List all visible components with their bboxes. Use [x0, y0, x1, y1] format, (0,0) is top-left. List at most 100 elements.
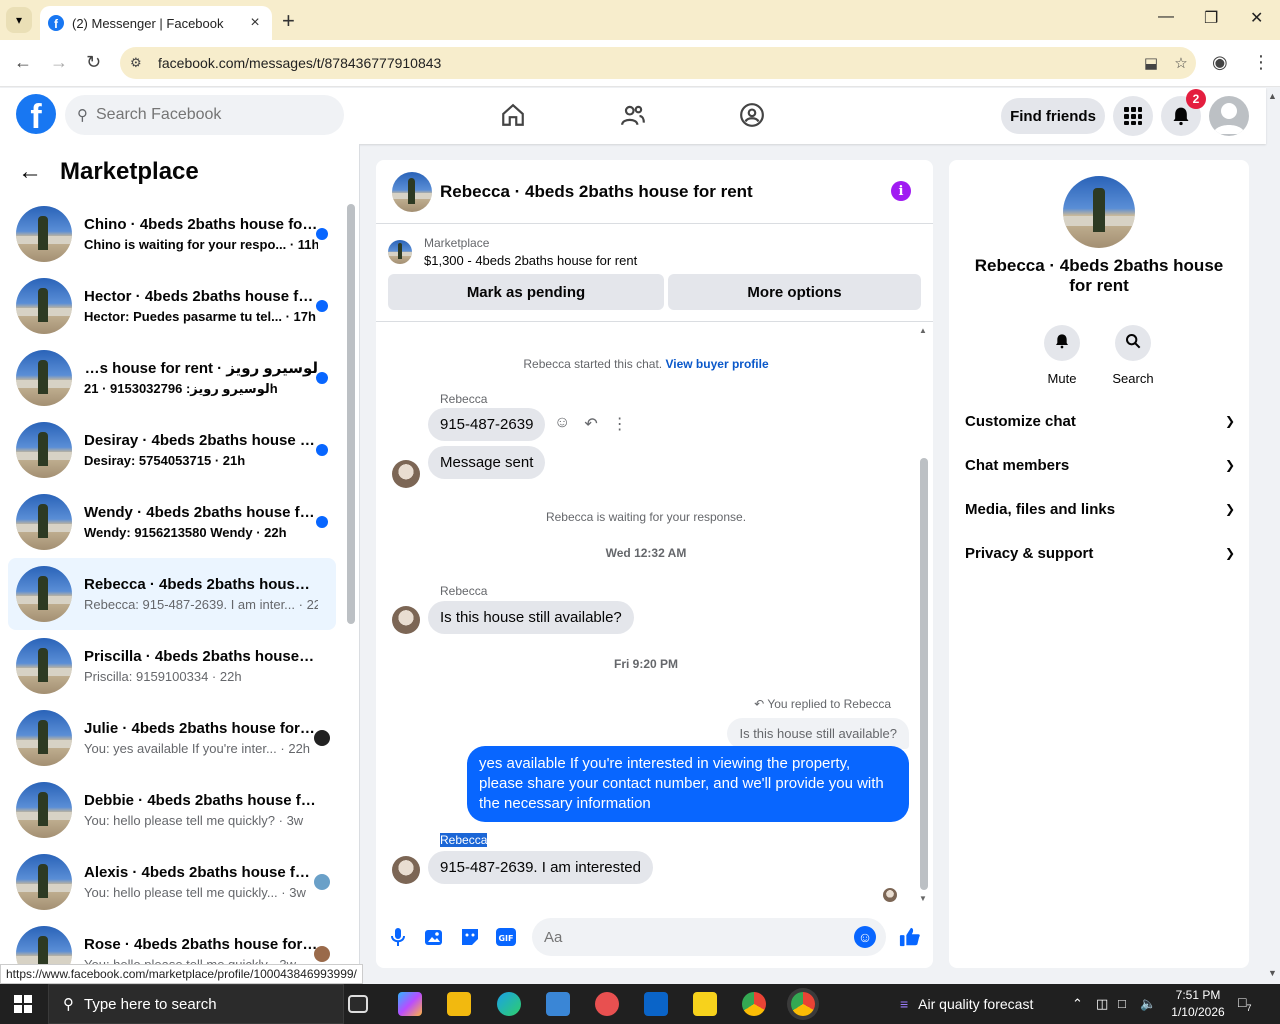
- outgoing-message[interactable]: yes available If you're interested in vi…: [467, 746, 909, 822]
- address-bar[interactable]: ⚙ facebook.com/messages/t/87843677791084…: [120, 47, 1196, 79]
- search-in-chat-button[interactable]: Search: [1103, 325, 1163, 386]
- message-input-box[interactable]: ☺: [532, 918, 886, 956]
- chat-avatar[interactable]: [1063, 176, 1135, 248]
- emoji-icon[interactable]: ☺: [854, 926, 876, 948]
- facebook-search[interactable]: ⚲: [65, 95, 344, 135]
- microphone-icon[interactable]: [387, 926, 409, 948]
- back-arrow-icon[interactable]: ←: [18, 158, 42, 186]
- menu-grid-button[interactable]: [1113, 96, 1153, 136]
- file-explorer-icon[interactable]: [447, 992, 471, 1016]
- conversation-item-active[interactable]: Rebecca · 4beds 2baths house for rent Reb…: [8, 558, 336, 630]
- copilot-icon[interactable]: [398, 992, 422, 1016]
- chat-title[interactable]: Rebecca · 4beds 2baths house for rent: [440, 182, 753, 202]
- sender-avatar[interactable]: [392, 460, 420, 488]
- weather-widget[interactable]: ≡ Air quality forecast: [900, 984, 1033, 1024]
- browser-tab-active[interactable]: f (2) Messenger | Facebook ×: [40, 6, 272, 40]
- conversation-item[interactable]: لوسيرو رويز · 4beds 2baths house for ren…: [8, 342, 336, 414]
- sticker-icon[interactable]: [459, 926, 481, 948]
- volume-icon[interactable]: 🔈: [1140, 996, 1156, 1012]
- groups-nav-icon[interactable]: [737, 100, 767, 130]
- edge-icon[interactable]: [497, 992, 521, 1016]
- react-emoji-icon[interactable]: ☺: [554, 414, 570, 434]
- unread-indicator: [316, 372, 328, 384]
- chat-scrollbar[interactable]: [920, 458, 928, 890]
- facebook-search-input[interactable]: [96, 106, 316, 124]
- conversation-item[interactable]: Priscilla · 4beds 2baths house for rent P…: [8, 630, 336, 702]
- thumbs-up-icon[interactable]: [899, 926, 921, 948]
- account-avatar[interactable]: [1209, 96, 1249, 136]
- store-icon[interactable]: [546, 992, 570, 1016]
- windows-start-icon[interactable]: [14, 995, 32, 1013]
- media-files-links-section[interactable]: Media, files and links ❯: [965, 497, 1235, 521]
- photo-icon[interactable]: [423, 926, 445, 948]
- page-scroll-down-icon[interactable]: ▼: [1268, 968, 1277, 978]
- facebook-logo-icon[interactable]: f: [16, 94, 56, 134]
- inbox-scrollbar[interactable]: [347, 204, 355, 624]
- site-info-icon[interactable]: ⚙: [130, 55, 150, 71]
- url-text[interactable]: facebook.com/messages/t/878436777910843: [158, 55, 1136, 71]
- marketplace-listing-info[interactable]: Marketplace $1,300 - 4beds 2baths house …: [388, 236, 637, 268]
- friends-nav-icon[interactable]: [618, 100, 648, 130]
- reload-icon[interactable]: ↻: [86, 52, 101, 73]
- conversation-item[interactable]: Hector · 4beds 2baths house for rent Hect…: [8, 270, 336, 342]
- install-app-icon[interactable]: ⬓: [1136, 54, 1166, 72]
- chrome-icon[interactable]: [742, 992, 766, 1016]
- tab-search-button[interactable]: ▾: [6, 7, 32, 33]
- conversation-item[interactable]: Alexis · 4beds 2baths house for rent You:…: [8, 846, 336, 918]
- find-friends-button[interactable]: Find friends: [1001, 98, 1105, 134]
- privacy-support-section[interactable]: Privacy & support ❯: [965, 541, 1235, 565]
- sender-avatar[interactable]: [392, 606, 420, 634]
- taskbar-search[interactable]: ⚲ Type here to search: [48, 984, 344, 1024]
- restore-button[interactable]: ❐: [1204, 8, 1218, 28]
- conversation-item[interactable]: Julie · 4beds 2baths house for rent You: …: [8, 702, 336, 774]
- conversation-item[interactable]: Debbie · 4beds 2baths house for rent You:…: [8, 774, 336, 846]
- section-label: Customize chat: [965, 412, 1076, 430]
- outlook-icon[interactable]: [644, 992, 668, 1016]
- conversation-item[interactable]: Wendy · 4beds 2baths house for rent Wendy…: [8, 486, 336, 558]
- incoming-message[interactable]: 915-487-2639. I am interested: [428, 851, 653, 884]
- network-icon[interactable]: □: [1118, 996, 1126, 1011]
- message-input[interactable]: [544, 928, 844, 946]
- incoming-message[interactable]: Is this house still available?: [428, 601, 634, 634]
- tray-chevron-icon[interactable]: ⌃: [1072, 996, 1083, 1012]
- profile-icon[interactable]: ◉: [1212, 52, 1228, 73]
- chrome-active-icon[interactable]: [791, 992, 815, 1016]
- page-scroll-up-icon[interactable]: ▲: [1268, 91, 1277, 101]
- view-buyer-profile-link[interactable]: View buyer profile: [665, 357, 768, 371]
- customize-chat-section[interactable]: Customize chat ❯: [965, 409, 1235, 433]
- reply-icon[interactable]: ↶: [584, 414, 597, 434]
- info-icon[interactable]: i: [891, 181, 911, 201]
- gif-icon[interactable]: GIF: [495, 926, 517, 948]
- back-arrow-icon[interactable]: ←: [14, 52, 32, 73]
- mark-as-pending-button[interactable]: Mark as pending: [388, 274, 664, 310]
- more-options-button[interactable]: More options: [668, 274, 921, 310]
- incoming-message[interactable]: Message sent: [428, 446, 546, 479]
- scroll-up-arrow-icon[interactable]: ▲: [919, 326, 927, 335]
- quoted-message[interactable]: Is this house still available?: [727, 718, 909, 749]
- browser-menu-icon[interactable]: ⋮: [1252, 52, 1270, 73]
- sticky-notes-icon[interactable]: [693, 992, 717, 1016]
- task-view-icon[interactable]: [348, 995, 368, 1013]
- tray-app-icon[interactable]: ◫: [1096, 996, 1108, 1012]
- mute-button[interactable]: Mute: [1032, 325, 1092, 386]
- bookmark-star-icon[interactable]: ☆: [1166, 54, 1196, 72]
- conversation-snippet: You: yes available If you're inter... · …: [84, 741, 311, 756]
- clock[interactable]: 7:51 PM 1/10/2026: [1160, 987, 1236, 1021]
- incoming-message[interactable]: 915-487-2639: [428, 408, 546, 441]
- scroll-down-arrow-icon[interactable]: ▼: [919, 894, 927, 903]
- conversation-item[interactable]: Chino · 4beds 2baths house for rent Chino…: [8, 198, 336, 270]
- sender-avatar[interactable]: [392, 856, 420, 884]
- new-tab-button[interactable]: +: [282, 8, 295, 34]
- close-window-button[interactable]: ✕: [1250, 8, 1263, 28]
- conversation-item[interactable]: Rose · 4beds 2baths house for rent You: h…: [8, 918, 336, 966]
- tab-close-icon[interactable]: ×: [246, 14, 264, 32]
- notification-center-icon[interactable]: □7: [1238, 994, 1251, 1013]
- chat-thumbnail[interactable]: [392, 171, 432, 212]
- chat-members-section[interactable]: Chat members ❯: [965, 453, 1235, 477]
- more-vertical-icon[interactable]: ⋮: [612, 414, 628, 434]
- forward-arrow-icon[interactable]: →: [50, 52, 68, 73]
- conversation-item[interactable]: Desiray · 4beds 2baths house for rent Des…: [8, 414, 336, 486]
- minimize-button[interactable]: —: [1158, 8, 1174, 26]
- app-icon[interactable]: [595, 992, 619, 1016]
- home-nav-icon[interactable]: [498, 100, 528, 130]
